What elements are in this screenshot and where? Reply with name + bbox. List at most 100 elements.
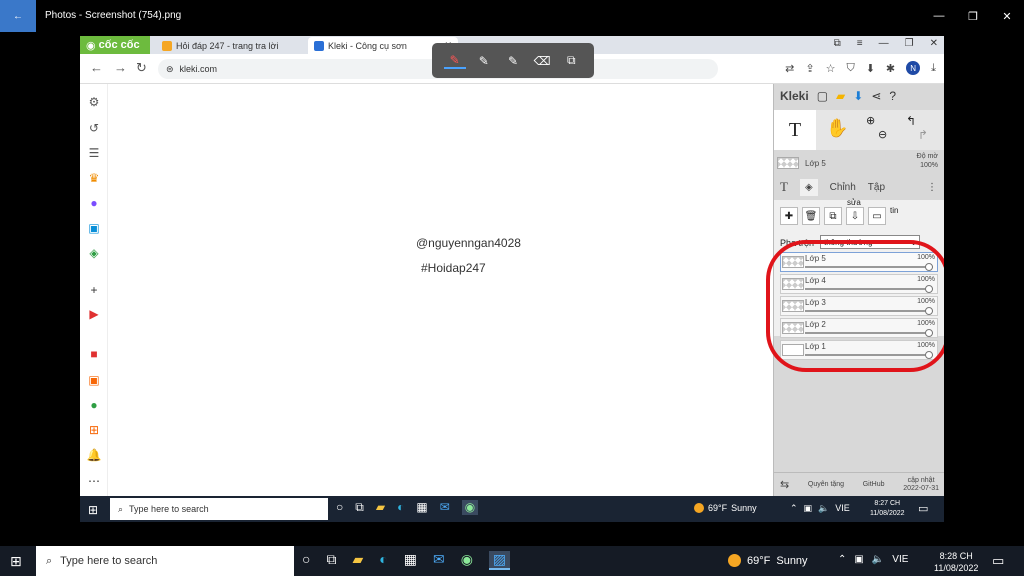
file-explorer-icon[interactable]: ▰ [352, 551, 363, 570]
layer-opacity-slider[interactable] [805, 351, 933, 359]
inner-clock[interactable]: 8:27 CH 11/08/2022 [870, 499, 905, 519]
close-button[interactable]: ✕ [990, 0, 1024, 32]
coccoc-taskbar-icon[interactable]: ◉ [461, 500, 479, 515]
store-icon[interactable]: ▦ [416, 500, 427, 515]
back-nav-icon[interactable]: ← [90, 60, 103, 75]
cart-icon[interactable]: ⊞ [86, 422, 102, 438]
layer-item[interactable]: Lớp 3 100% [780, 296, 938, 316]
edge-icon[interactable]: ◐ [397, 500, 404, 515]
layer-item[interactable]: Lớp 1 100% [780, 340, 938, 360]
coupon-icon[interactable]: ▣ [86, 372, 102, 388]
close-icon[interactable]: ✕ [930, 38, 938, 49]
tab-edit[interactable]: Chỉnh [830, 182, 856, 193]
windows-start-icon[interactable]: ⊞ [88, 503, 98, 517]
game-icon[interactable]: ◈ [86, 245, 102, 261]
minimize-button[interactable]: — [922, 0, 956, 32]
layer-opacity-slider[interactable] [805, 263, 933, 271]
language-indicator[interactable]: VIE [835, 503, 850, 514]
help-icon[interactable]: ? [889, 89, 896, 103]
layer-item[interactable]: Lớp 4 100% [780, 274, 938, 294]
add-icon[interactable]: + [86, 282, 102, 298]
reload-icon[interactable]: ↻ [136, 60, 147, 76]
swap-icon[interactable]: ⇆ [780, 478, 789, 491]
youtube-icon[interactable]: ▶ [86, 306, 102, 322]
mail-icon[interactable]: ✉ [440, 500, 450, 515]
download-icon[interactable]: ⬇ [853, 89, 863, 103]
drawing-canvas[interactable]: @nguyenngan4028 #Hoidap247 [108, 84, 773, 496]
update-info[interactable]: cập nhật 2022-07-31 [903, 477, 939, 493]
inner-search-box[interactable]: ⌕ Type here to search [110, 498, 328, 520]
settings-icon[interactable]: ⚙ [86, 94, 102, 110]
layer-opacity-slider[interactable] [805, 285, 933, 293]
restore-button[interactable]: ❐ [956, 0, 990, 32]
inner-weather[interactable]: 69°F Sunny [694, 503, 757, 513]
slider-knob[interactable] [925, 329, 933, 337]
hand-tool-icon[interactable]: ✋ [826, 118, 848, 139]
github-link[interactable]: GitHub [863, 481, 885, 488]
network-icon[interactable]: ▣ [804, 503, 813, 514]
edge-icon[interactable]: ◐ [379, 551, 387, 570]
profile-avatar[interactable]: N [906, 61, 921, 75]
more-icon[interactable]: ⋯ [86, 473, 102, 489]
tab-hoidap247[interactable]: Hỏi đáp 247 - trang tra lời [156, 37, 306, 54]
tab-layers[interactable]: ◈ [799, 178, 818, 196]
blend-mode-select[interactable]: thông thường ⌄ [820, 235, 920, 249]
outer-weather[interactable]: 69°F Sunny [728, 554, 808, 567]
messenger-icon[interactable]: ● [86, 195, 102, 211]
slider-knob[interactable] [925, 263, 933, 271]
volume-icon[interactable]: 🔈 [818, 503, 829, 514]
network-icon[interactable]: ▣ [854, 554, 863, 565]
zoom-out-icon[interactable]: ⊖ [866, 128, 887, 142]
tab-more-icon[interactable]: ⋮ [927, 182, 944, 193]
merge-layer-button[interactable]: sửa ⇩ [846, 198, 864, 225]
map-icon[interactable]: ● [86, 397, 102, 413]
share-icon[interactable]: ⋖ [871, 89, 881, 103]
cortana-icon[interactable]: ○ [302, 551, 310, 570]
highlighter-icon[interactable]: ✎ [473, 54, 495, 68]
donate-link[interactable]: Quyên tặng [808, 481, 844, 488]
eraser-icon[interactable]: ⌫ [531, 54, 553, 68]
slider-knob[interactable] [925, 285, 933, 293]
mail-icon[interactable]: ✉ [433, 551, 445, 570]
bell-icon[interactable]: 🔔 [86, 447, 102, 463]
chevron-up-icon[interactable]: ⌃ [790, 503, 798, 514]
store-icon[interactable]: ▦ [404, 551, 417, 570]
notification-icon[interactable]: ▭ [992, 553, 1004, 569]
zalo-icon[interactable]: ▣ [86, 220, 102, 236]
layer-opacity-slider[interactable] [805, 329, 933, 337]
zoom-in-icon[interactable]: ⊕ [866, 114, 887, 128]
volume-icon[interactable]: 🔈 [872, 554, 884, 565]
red-pen-icon[interactable]: ✎ [443, 53, 466, 69]
share-icon[interactable]: ⇪ [805, 62, 814, 75]
cortana-icon[interactable]: ○ [336, 500, 343, 515]
text-tool-button[interactable]: T [774, 110, 816, 150]
rename-layer-button[interactable]: ▭ [868, 207, 886, 225]
shield-icon[interactable]: ⛉ [846, 62, 854, 75]
delete-layer-button[interactable]: 🗑 [802, 207, 820, 225]
file-explorer-icon[interactable]: ▰ [376, 500, 385, 515]
windows-start-icon[interactable]: ⊞ [10, 553, 22, 570]
layer-opacity-slider[interactable] [805, 307, 933, 315]
copy-icon[interactable]: ⧉ [560, 53, 582, 68]
shopping-icon[interactable]: ■ [86, 346, 102, 362]
translate-icon[interactable]: ⇄ [785, 62, 794, 75]
photos-taskbar-icon[interactable]: ▨ [488, 551, 511, 570]
task-view-icon[interactable]: ⧉ [326, 551, 336, 570]
slider-knob[interactable] [925, 351, 933, 359]
star-icon[interactable]: ☆ [826, 62, 836, 75]
restore-icon[interactable]: ❐ [905, 38, 914, 49]
tab-list-icon[interactable]: ≡ [857, 38, 863, 49]
notes-icon[interactable]: ☰ [86, 145, 102, 161]
downloads-icon[interactable]: ⤓ [931, 62, 936, 75]
notification-icon[interactable]: ▭ [918, 502, 928, 515]
language-indicator[interactable]: VIE [892, 554, 908, 565]
coccoc-logo[interactable]: ◉ cốc cốc [80, 36, 150, 54]
task-view-icon[interactable]: ⧉ [355, 500, 364, 515]
layer-item[interactable]: Lớp 2 100% [780, 318, 938, 338]
layer-item[interactable]: Lớp 5 100% [780, 252, 938, 272]
extensions-icon[interactable]: ✱ [886, 62, 895, 75]
slider-knob[interactable] [925, 307, 933, 315]
download-page-icon[interactable]: ⬇ [866, 62, 875, 75]
add-layer-button[interactable]: ✚ [780, 207, 798, 225]
forward-nav-icon[interactable]: → [114, 60, 127, 75]
